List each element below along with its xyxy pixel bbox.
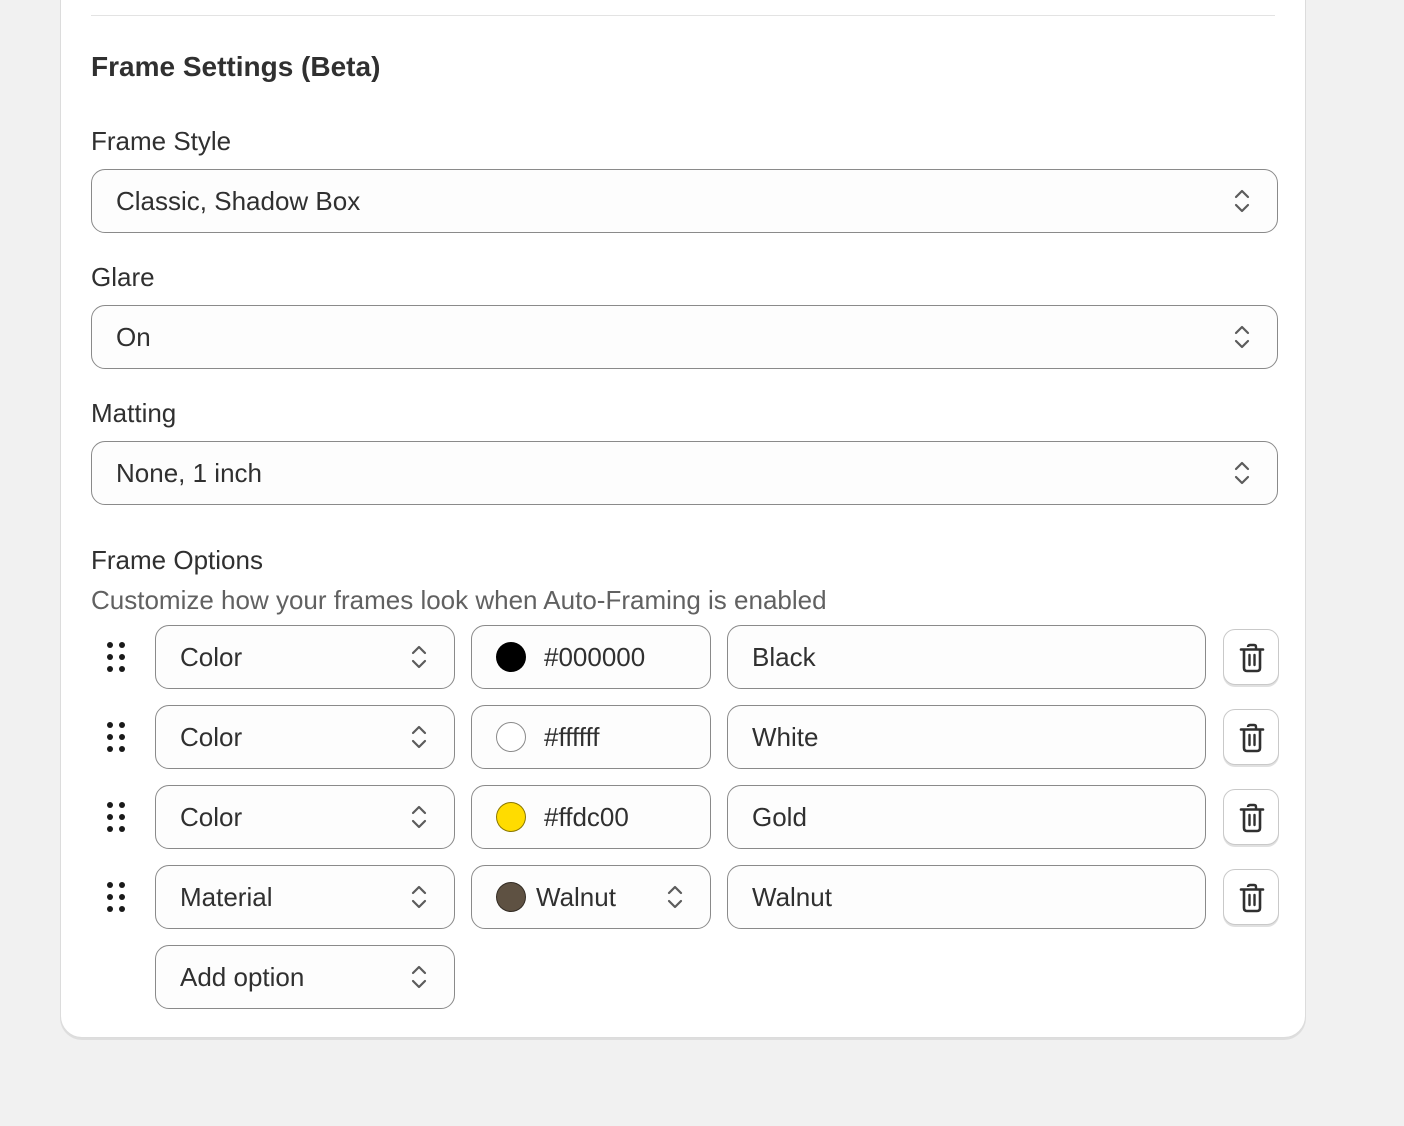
add-option-label: Add option	[180, 962, 305, 992]
chevron-up-down-icon	[1233, 458, 1251, 488]
option-name-input[interactable]: White	[727, 705, 1206, 769]
chevron-up-down-icon	[410, 722, 428, 752]
drag-handle-icon[interactable]	[106, 802, 126, 832]
frame-settings-card: Frame Settings (Beta) Frame Style Classi…	[60, 0, 1306, 1038]
material-swatch	[496, 882, 526, 912]
drag-handle-icon[interactable]	[106, 722, 126, 752]
color-swatch[interactable]	[496, 642, 526, 672]
frame-option-row: Material Walnut Walnut	[61, 865, 1307, 929]
color-hex-value: #000000	[544, 642, 646, 672]
drag-handle-icon[interactable]	[106, 642, 126, 672]
frame-style-select[interactable]: Classic, Shadow Box	[91, 169, 1278, 233]
chevron-up-down-icon	[410, 962, 428, 992]
matting-select[interactable]: None, 1 inch	[91, 441, 1278, 505]
option-type-value: Color	[180, 802, 243, 832]
add-option-select[interactable]: Add option	[155, 945, 455, 1009]
section-title: Frame Settings (Beta)	[91, 51, 381, 82]
chevron-up-down-icon	[1233, 322, 1251, 352]
option-type-value: Material	[180, 882, 273, 912]
option-name-input[interactable]: Gold	[727, 785, 1206, 849]
frame-options-title: Frame Options	[91, 545, 263, 575]
color-value-field[interactable]: #ffffff	[471, 705, 711, 769]
delete-option-button[interactable]	[1223, 709, 1279, 765]
frame-option-row: Color #ffffff White	[61, 705, 1307, 769]
material-value: Walnut	[536, 882, 616, 912]
trash-icon	[1239, 883, 1265, 913]
option-type-value: Color	[180, 642, 243, 672]
delete-option-button[interactable]	[1223, 629, 1279, 685]
trash-icon	[1239, 803, 1265, 833]
option-type-select[interactable]: Color	[155, 625, 455, 689]
frame-style-value: Classic, Shadow Box	[116, 186, 361, 216]
section-divider	[91, 15, 1275, 16]
option-name-value: Gold	[752, 802, 807, 832]
option-name-value: Black	[752, 642, 816, 672]
frame-options-description: Customize how your frames look when Auto…	[91, 585, 827, 615]
add-option-row: Add option	[61, 945, 1307, 1009]
chevron-up-down-icon	[410, 882, 428, 912]
color-swatch[interactable]	[496, 802, 526, 832]
frame-option-row: Color #000000 Black	[61, 625, 1307, 689]
glare-value: On	[116, 322, 151, 352]
frame-option-row: Color #ffdc00 Gold	[61, 785, 1307, 849]
option-name-value: White	[752, 722, 819, 752]
chevron-up-down-icon	[1233, 186, 1251, 216]
glare-label: Glare	[91, 262, 155, 292]
option-type-select[interactable]: Color	[155, 785, 455, 849]
matting-label: Matting	[91, 398, 177, 428]
trash-icon	[1239, 723, 1265, 753]
drag-handle-icon[interactable]	[106, 882, 126, 912]
option-type-select[interactable]: Material	[155, 865, 455, 929]
matting-value: None, 1 inch	[116, 458, 262, 488]
frame-style-label: Frame Style	[91, 126, 232, 156]
option-name-input[interactable]: Walnut	[727, 865, 1206, 929]
delete-option-button[interactable]	[1223, 869, 1279, 925]
delete-option-button[interactable]	[1223, 789, 1279, 845]
option-type-select[interactable]: Color	[155, 705, 455, 769]
option-name-input[interactable]: Black	[727, 625, 1206, 689]
color-hex-value: #ffffff	[544, 722, 600, 752]
material-select[interactable]: Walnut	[471, 865, 711, 929]
trash-icon	[1239, 643, 1265, 673]
color-hex-value: #ffdc00	[544, 802, 629, 832]
chevron-up-down-icon	[410, 802, 428, 832]
option-type-value: Color	[180, 722, 243, 752]
glare-select[interactable]: On	[91, 305, 1278, 369]
option-name-value: Walnut	[752, 882, 832, 912]
color-value-field[interactable]: #ffdc00	[471, 785, 711, 849]
color-value-field[interactable]: #000000	[471, 625, 711, 689]
chevron-up-down-icon	[666, 882, 684, 912]
chevron-up-down-icon	[410, 642, 428, 672]
color-swatch[interactable]	[496, 722, 526, 752]
